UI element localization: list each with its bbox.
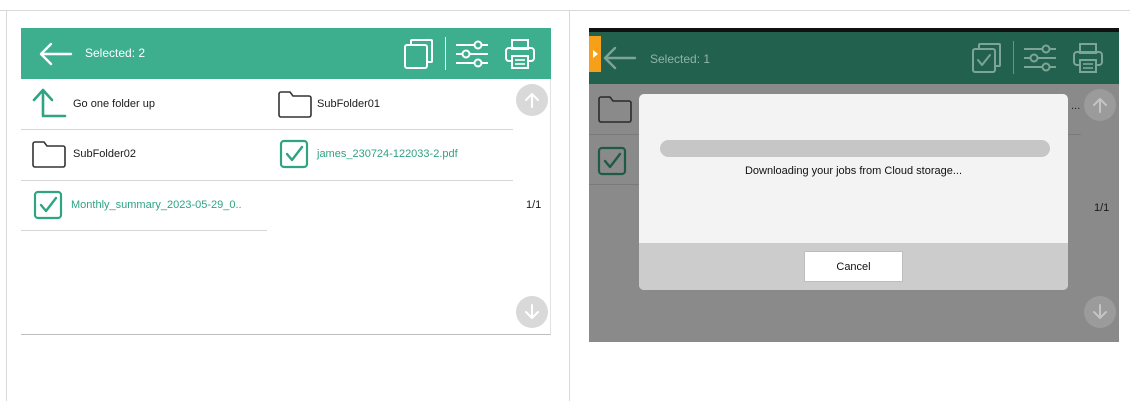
arrow-up-icon [525,93,539,108]
back-arrow-icon[interactable] [35,28,75,79]
checkbox-checked-icon[interactable] [33,190,63,220]
file-item-selected[interactable]: Monthly_summary_2023-05-29_0.. [33,180,283,230]
dialog-message: Downloading your jobs from Cloud storage… [744,165,963,177]
check-copy-icon [969,32,1005,83]
scroll-up-button[interactable] [516,84,548,116]
cancel-button[interactable]: Cancel [804,251,903,282]
side-panel-toggle[interactable] [589,36,601,72]
right-screen: Selected: 1 ... 1/1 Downloading your job… [589,28,1119,342]
left-screen: Selected: 2 Go one folder up SubFolder01… [21,28,551,335]
page-indicator: 1/1 [526,199,542,211]
divider [0,10,1130,11]
selected-count: Selected: 2 [85,46,146,60]
divider [569,10,570,401]
folder-up-item[interactable]: Go one folder up [31,79,271,129]
page-indicator: 1/1 [1094,202,1110,214]
arrow-down-icon [525,304,539,319]
header-bar: Selected: 2 [21,28,551,79]
header-bar-dimmed: Selected: 1 [589,32,1119,84]
back-arrow-icon [599,32,639,83]
truncated-label: ... [1071,100,1081,112]
header-separator [445,37,446,70]
list-item-label: SubFolder02 [73,148,136,160]
progress-bar [660,140,1050,157]
divider [6,10,7,401]
scroll-down-button [1084,296,1116,328]
list-item-label: james_230724-122033-2.pdf [317,148,458,160]
print-icon [1069,32,1107,83]
copy-icon[interactable] [401,28,437,79]
list-item-label: Monthly_summary_2023-05-29_0.. [71,199,242,211]
filter-sliders-icon [1021,32,1059,83]
folder-item[interactable]: SubFolder02 [31,129,271,179]
folder-up-arrow-icon [31,86,67,122]
selected-count: Selected: 1 [650,52,711,66]
file-item-selected[interactable]: james_230724-122033-2.pdf [279,129,519,179]
arrow-up-icon [1093,98,1107,113]
list-item-label: Go one folder up [73,98,155,110]
scroll-down-button[interactable] [516,296,548,328]
folder-icon [31,139,67,169]
folder-icon [597,94,633,129]
triangle-right-icon [592,50,598,58]
arrow-down-icon [1093,304,1107,319]
filter-sliders-icon[interactable] [453,28,491,79]
header-separator [1013,41,1014,74]
checkbox-checked-icon [597,146,627,181]
dialog-footer: Cancel [639,243,1068,290]
download-progress-dialog: Downloading your jobs from Cloud storage… [639,94,1068,290]
divider [21,230,267,231]
scroll-up-button [1084,89,1116,121]
folder-icon [277,89,313,119]
folder-item[interactable]: SubFolder01 [277,79,517,129]
list-item-label: SubFolder01 [317,98,380,110]
checkbox-checked-icon[interactable] [279,139,309,169]
print-icon[interactable] [501,28,539,79]
